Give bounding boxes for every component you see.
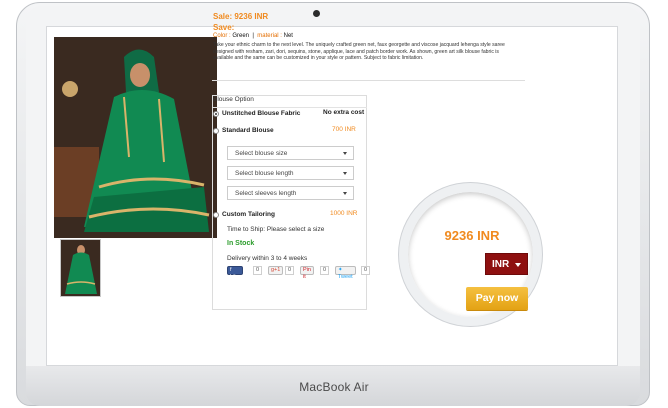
- option-unstitched-note: No extra cost: [323, 109, 365, 116]
- gplus-button[interactable]: g+1: [268, 266, 284, 275]
- radio-unstitched[interactable]: [213, 111, 219, 117]
- divider: [212, 80, 525, 81]
- tweet-label: Tweet: [338, 274, 353, 280]
- stock-status: In Stock: [227, 240, 255, 247]
- radio-custom[interactable]: [213, 212, 219, 218]
- ship-time: Time to Ship: Please select a size: [227, 226, 325, 233]
- facebook-icon: f: [230, 267, 232, 273]
- device-brand: MacBook Air: [299, 380, 369, 394]
- twitter-icon: ✦: [338, 267, 343, 273]
- option-custom-price: 1000 INR: [330, 210, 358, 217]
- currency-value: INR: [492, 259, 510, 270]
- gplus-count: 0: [285, 266, 295, 275]
- divider: [212, 107, 367, 108]
- option-unstitched-label: Unstitched Blouse Fabric: [222, 110, 301, 117]
- pinterest-count: 0: [320, 266, 330, 275]
- blouse-size-select-text: Select blouse size: [235, 150, 288, 157]
- delivery-text: Delivery within 3 to 4 weeks: [227, 255, 308, 262]
- saree-illustration-icon: [54, 37, 217, 238]
- saree-thumbnail-icon: [61, 240, 100, 296]
- option-standard-label: Standard Blouse: [222, 127, 274, 134]
- save-label: Save:: [213, 23, 235, 32]
- product-thumbnail[interactable]: [60, 239, 101, 297]
- color-value: Green: [232, 33, 250, 39]
- material-key: material :: [257, 33, 282, 39]
- facebook-like-button[interactable]: f Like: [227, 266, 244, 280]
- camera-icon: [313, 10, 320, 17]
- facebook-like-label: Like: [230, 274, 241, 280]
- sale-price: Sale: 9236 INR: [213, 12, 269, 21]
- magnified-price: 9236 INR: [444, 228, 500, 243]
- twitter-count: 0: [361, 266, 371, 275]
- currency-select[interactable]: INR: [485, 253, 528, 275]
- facebook-count: 0: [253, 266, 263, 275]
- blouse-length-select-text: Select blouse length: [235, 170, 294, 177]
- color-key: Color :: [213, 33, 231, 39]
- sleeves-length-select-text: Select sleeves length: [235, 190, 297, 197]
- blouse-option-title: Blouse Option: [213, 96, 254, 103]
- option-standard-price: 700 INR: [332, 126, 356, 133]
- twitter-tweet-button[interactable]: ✦ Tweet: [335, 266, 356, 280]
- blouse-size-select[interactable]: Select blouse size: [227, 146, 354, 160]
- chevron-down-icon: [515, 263, 521, 267]
- material-value: Net: [283, 33, 293, 39]
- chevron-down-icon: [343, 192, 347, 195]
- chevron-down-icon: [343, 172, 347, 175]
- blouse-length-select[interactable]: Select blouse length: [227, 166, 354, 180]
- option-custom-label: Custom Tailoring: [222, 211, 275, 218]
- product-main-image: [54, 37, 217, 238]
- radio-standard[interactable]: [213, 128, 219, 134]
- pay-now-button[interactable]: Pay now: [466, 287, 528, 310]
- product-attributes: Color : Green | material : Net: [213, 33, 293, 39]
- pinterest-button[interactable]: Pin it: [300, 266, 314, 280]
- product-description: Take your ethnic charm to the next level…: [213, 42, 505, 62]
- sleeves-length-select[interactable]: Select sleeves length: [227, 186, 354, 200]
- chevron-down-icon: [343, 152, 347, 155]
- attr-divider: |: [252, 33, 254, 39]
